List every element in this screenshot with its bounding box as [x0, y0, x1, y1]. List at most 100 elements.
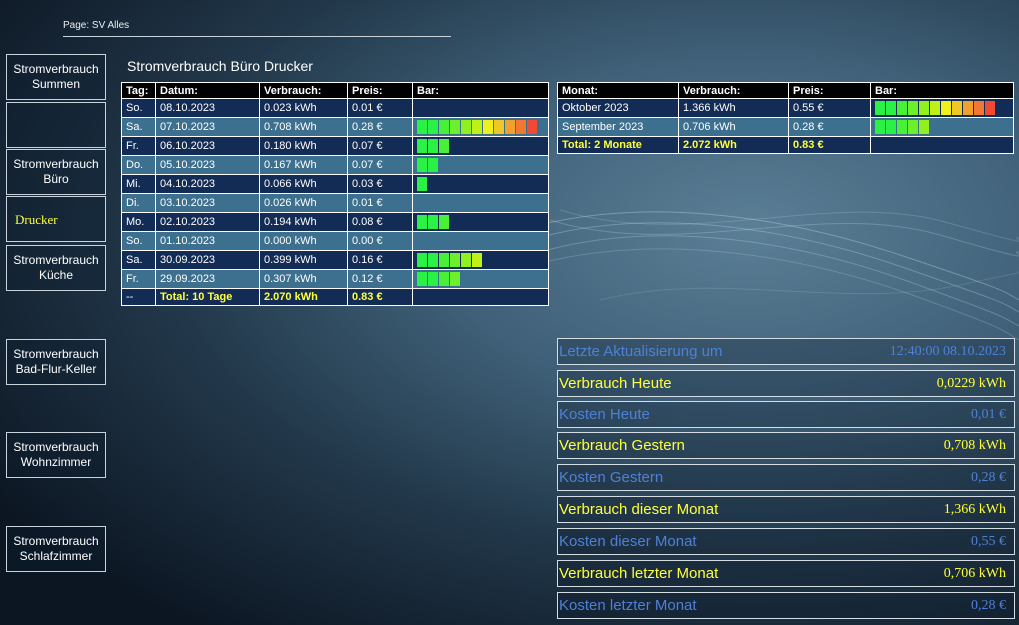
month-cell: September 2023 — [557, 117, 679, 137]
date-cell: 07.10.2023 — [155, 117, 260, 137]
bar-segment — [461, 253, 471, 267]
usage-bar — [417, 215, 544, 229]
table-row: Fr. 29.09.2023 0.307 kWh 0.12 € — [121, 269, 549, 289]
bar-cell — [870, 136, 1014, 154]
stat-label: Verbrauch letzter Monat — [559, 565, 719, 582]
bar-segment — [450, 272, 460, 286]
bar-segment — [875, 101, 885, 115]
bar-cell — [412, 117, 549, 137]
stat-value: 1,366 kWh — [943, 501, 1006, 517]
stat-last-update: Letzte Aktualisierung um 12:40:00 08.10.2… — [557, 338, 1015, 365]
bar-segment — [417, 158, 427, 172]
day-cell: -- — [121, 288, 156, 306]
bar-cell — [412, 212, 549, 232]
col-header-tag: Tag: — [121, 82, 156, 99]
bar-segment — [461, 120, 471, 134]
price-cell: 0.16 € — [347, 250, 413, 270]
table-row: Di. 03.10.2023 0.026 kWh 0.01 € — [121, 193, 549, 213]
price-cell: 0.28 € — [788, 117, 871, 137]
stat-label: Kosten Gestern — [559, 469, 664, 486]
consumption-cell: 0.307 kWh — [259, 269, 348, 289]
col-header-bar: Bar: — [870, 82, 1014, 99]
total-row: Total: 2 Monate 2.072 kWh 0.83 € — [557, 136, 1014, 154]
stat-value: 0,28 € — [971, 597, 1006, 613]
bar-segment — [908, 120, 918, 134]
col-header-preis: Preis: — [347, 82, 413, 99]
stat-consumption-today: Verbrauch Heute 0,0229 kWh — [557, 370, 1015, 397]
bar-segment — [974, 101, 984, 115]
total-row: -- Total: 10 Tage 2.070 kWh 0.83 € — [121, 288, 549, 306]
day-cell: Di. — [121, 193, 156, 213]
total-price-cell: 0.83 € — [347, 288, 413, 306]
daily-consumption-table: Tag: Datum: Verbrauch: Preis: Bar: So. 08… — [121, 82, 549, 306]
bar-segment — [505, 120, 515, 134]
stat-cost-today: Kosten Heute 0,01 € — [557, 401, 1015, 428]
consumption-cell: 0.026 kWh — [259, 193, 348, 213]
usage-bar — [417, 120, 544, 134]
bar-segment — [439, 139, 449, 153]
page-label-underline — [63, 36, 451, 37]
bar-segment — [886, 120, 896, 134]
bar-segment — [952, 101, 962, 115]
bar-segment — [516, 120, 526, 134]
consumption-cell: 0.066 kWh — [259, 174, 348, 194]
date-cell: 08.10.2023 — [155, 98, 260, 118]
stat-cost-last-month: Kosten letzter Monat 0,28 € — [557, 592, 1015, 619]
bar-cell — [412, 250, 549, 270]
stat-label: Kosten Heute — [559, 406, 650, 423]
nav-button-drucker[interactable]: Drucker — [6, 196, 106, 242]
consumption-cell: 0.180 kWh — [259, 136, 348, 156]
day-cell: Mo. — [121, 212, 156, 232]
bar-segment — [439, 120, 449, 134]
page-title: Stromverbrauch Büro Drucker — [127, 58, 313, 74]
usage-bar — [417, 253, 544, 267]
date-cell: 01.10.2023 — [155, 231, 260, 251]
bar-segment — [417, 139, 427, 153]
price-cell: 0.01 € — [347, 193, 413, 213]
stat-consumption-last-month: Verbrauch letzter Monat 0,706 kWh — [557, 560, 1015, 587]
bar-segment — [472, 120, 482, 134]
table-row: So. 01.10.2023 0.000 kWh 0.00 € — [121, 231, 549, 251]
nav-button-kueche[interactable]: Stromverbrauch Küche — [6, 245, 106, 291]
date-cell: 02.10.2023 — [155, 212, 260, 232]
stat-value: 0,706 kWh — [943, 565, 1006, 581]
table-row: Fr. 06.10.2023 0.180 kWh 0.07 € — [121, 136, 549, 156]
bar-segment — [417, 253, 427, 267]
consumption-cell: 0.708 kWh — [259, 117, 348, 137]
nav-button-summen[interactable]: Stromverbrauch Summen — [6, 54, 106, 100]
stat-value: 0,0229 kWh — [936, 375, 1006, 391]
stat-label: Kosten dieser Monat — [559, 533, 697, 550]
stat-cost-this-month: Kosten dieser Monat 0,55 € — [557, 528, 1015, 555]
bar-segment — [428, 215, 438, 229]
stat-consumption-this-month: Verbrauch dieser Monat 1,366 kWh — [557, 496, 1015, 523]
day-cell: Fr. — [121, 269, 156, 289]
col-header-preis: Preis: — [788, 82, 871, 99]
nav-button-wohnzimmer[interactable]: Stromverbrauch Wohnzimmer — [6, 432, 106, 478]
nav-button-empty[interactable] — [6, 102, 106, 148]
bar-segment — [919, 120, 929, 134]
monthly-consumption-table: Monat: Verbrauch: Preis: Bar: Oktober 20… — [557, 82, 1014, 154]
bar-segment — [897, 101, 907, 115]
nav-button-bad-flur-keller[interactable]: Stromverbrauch Bad-Flur-Keller — [6, 339, 106, 385]
bar-segment — [919, 101, 929, 115]
day-cell: Mi. — [121, 174, 156, 194]
price-cell: 0.55 € — [788, 98, 871, 118]
day-cell: So. — [121, 231, 156, 251]
nav-button-buero[interactable]: Stromverbrauch Büro — [6, 149, 106, 195]
consumption-cell: 1.366 kWh — [678, 98, 789, 118]
nav-button-schlafzimmer[interactable]: Stromverbrauch Schlafzimmer — [6, 526, 106, 572]
bar-segment — [439, 215, 449, 229]
bar-segment — [439, 272, 449, 286]
stat-consumption-yesterday: Verbrauch Gestern 0,708 kWh — [557, 432, 1015, 459]
consumption-cell: 0.023 kWh — [259, 98, 348, 118]
bar-segment — [450, 253, 460, 267]
bar-cell — [412, 269, 549, 289]
price-cell: 0.28 € — [347, 117, 413, 137]
bar-segment — [472, 253, 482, 267]
stat-label: Letzte Aktualisierung um — [559, 343, 723, 360]
bar-cell — [412, 231, 549, 251]
stat-label: Verbrauch Gestern — [559, 437, 685, 454]
bar-segment — [908, 101, 918, 115]
col-header-verbrauch: Verbrauch: — [259, 82, 348, 99]
bar-segment — [428, 139, 438, 153]
